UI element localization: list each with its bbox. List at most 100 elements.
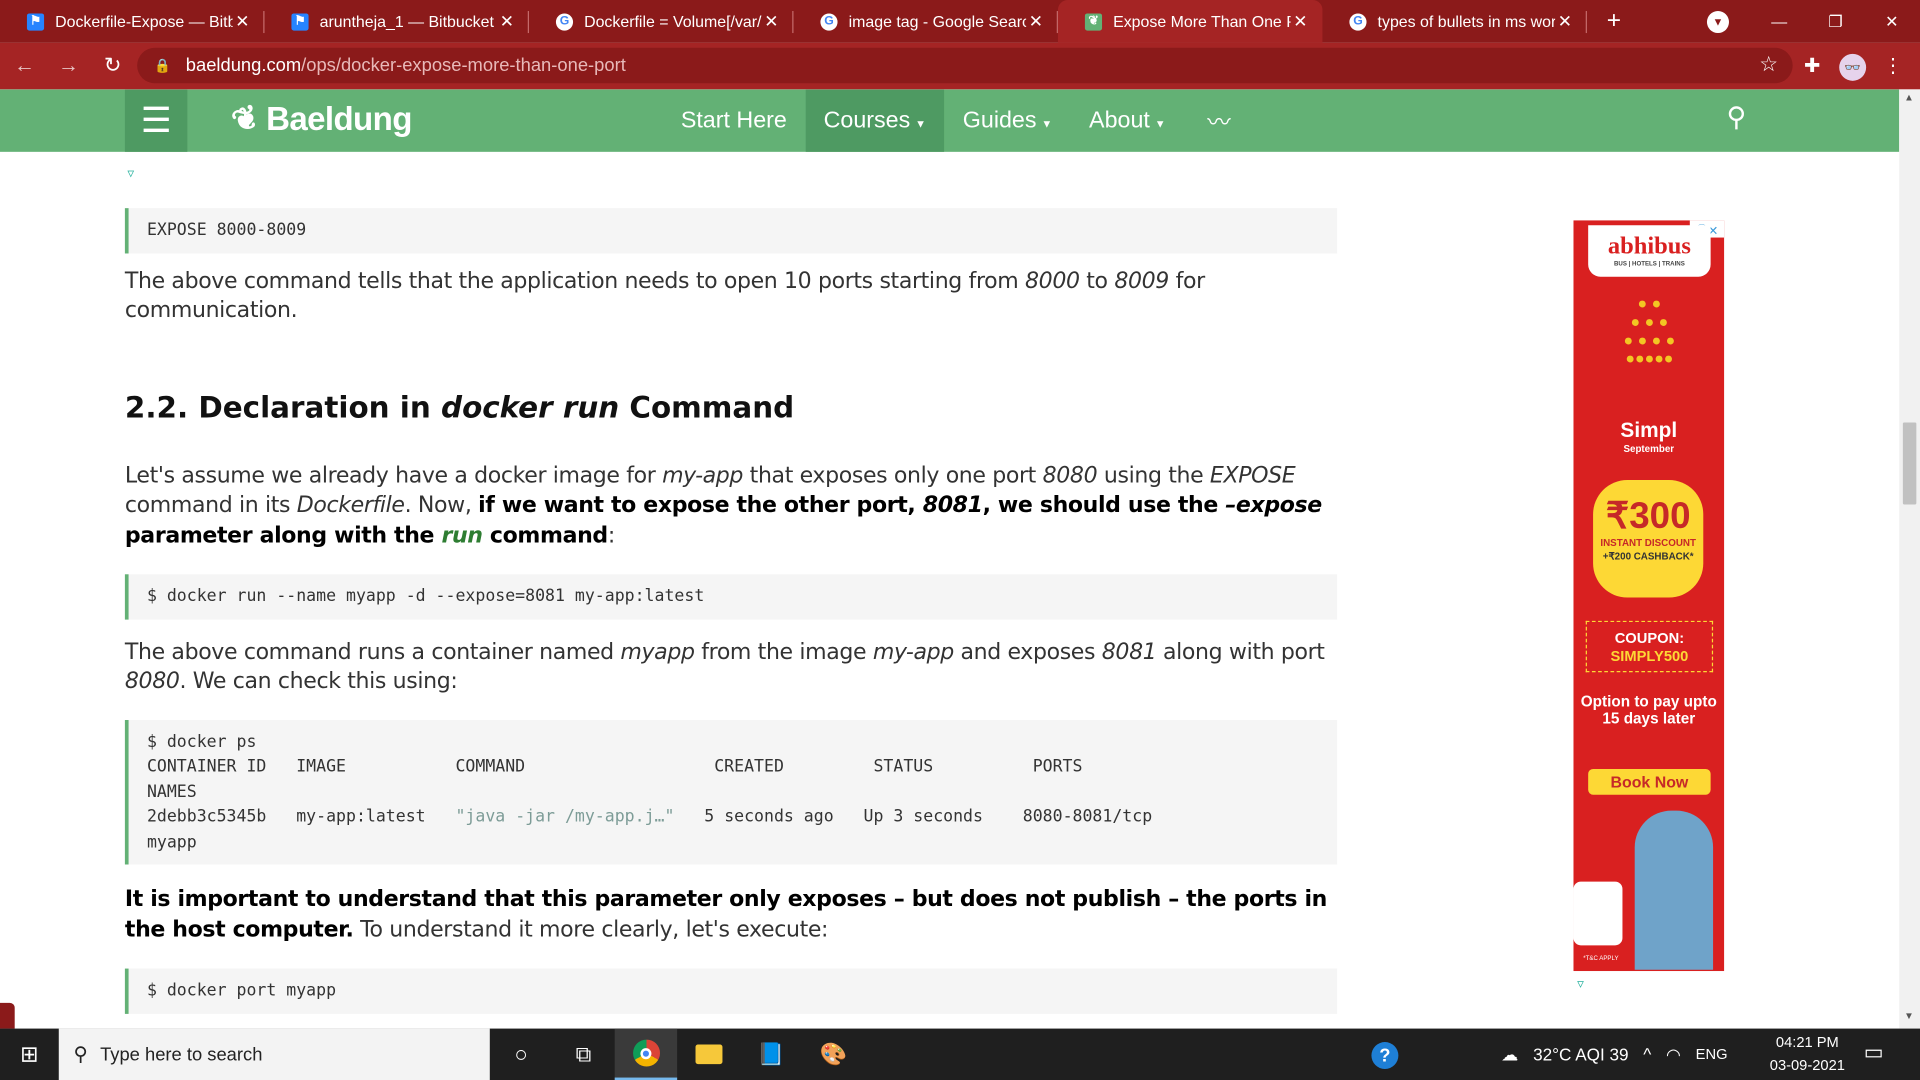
close-tab-icon[interactable]: ✕ — [497, 11, 517, 32]
logo-text: Baeldung — [266, 100, 412, 138]
bookmark-star-icon[interactable]: ☆ — [1759, 53, 1778, 77]
hamburger-menu-icon[interactable]: ☰ — [124, 89, 188, 152]
forward-icon[interactable]: → — [49, 47, 88, 86]
scroll-up-icon[interactable]: ▲ — [1904, 92, 1914, 103]
profile-avatar[interactable]: 👓 — [1839, 53, 1867, 81]
page-scrollbar[interactable]: ▲ ▼ — [1899, 89, 1920, 1029]
baeldung-icon: ❦ — [1084, 12, 1103, 31]
code-block: $ docker run --name myapp -d --expose=80… — [124, 574, 1338, 619]
ad-simpl-logo: Simpl September — [1620, 418, 1678, 455]
paragraph: Let's assume we already have a docker im… — [124, 462, 1322, 548]
google-icon: G — [555, 12, 574, 31]
scrollbar-thumb[interactable] — [1902, 422, 1917, 505]
code-line: $ docker run --name myapp -d --expose=80… — [146, 586, 705, 607]
close-tab-icon[interactable]: ✕ — [1555, 11, 1575, 32]
adchoices-icon[interactable]: ▿ — [1577, 976, 1584, 992]
menu-courses[interactable]: Courses ▼ — [805, 89, 945, 152]
notepad-icon[interactable]: 📘 — [740, 1029, 802, 1080]
main-menu: Start Here Courses ▼ Guides ▼ About ▼ — [662, 89, 1184, 152]
menu-kebab-icon[interactable]: ⋮ — [1875, 48, 1912, 85]
windows-start-icon[interactable]: ⊞ — [0, 1029, 59, 1080]
coins-illustration-icon: ● ● ● ● ● ● ● ● ● ●●●●● — [1623, 293, 1676, 368]
bitbucket-icon: ⚑ — [291, 12, 309, 31]
file-explorer-icon[interactable] — [677, 1029, 739, 1080]
ad-book-now-button[interactable]: Book Now — [1588, 768, 1711, 795]
tab-strip: ⚑Dockerfile-Expose — Bitbucket✕ ⚑ arunthe… — [0, 0, 1920, 43]
restore-icon[interactable]: ❐ — [1807, 0, 1863, 43]
browser-toolbar: ← → ↻ 🔒 baeldung.com/ops/docker-expose-m… — [0, 42, 1920, 90]
menu-start-here[interactable]: Start Here — [662, 89, 805, 151]
cortana-icon[interactable]: ○ — [490, 1029, 552, 1080]
address-bar[interactable]: 🔒 baeldung.com/ops/docker-expose-more-th… — [137, 47, 1793, 84]
close-tab-icon[interactable]: ✕ — [1291, 11, 1311, 32]
tab-title: aruntheja_1 — Bitbucket — [319, 12, 494, 31]
scroll-down-icon[interactable]: ▼ — [1904, 1010, 1914, 1021]
wifi-icon[interactable]: ◠ — [1666, 1044, 1681, 1065]
ad-coupon: COUPON: SIMPLY500 — [1585, 620, 1714, 673]
browser-tab[interactable]: Gtypes of bullets in ms word ✕ — [1322, 0, 1587, 43]
close-window-icon[interactable]: ✕ — [1864, 0, 1920, 43]
tab-title: types of bullets in ms word — [1377, 12, 1556, 31]
caret-down-icon: ▼ — [1154, 117, 1166, 130]
browser-tab[interactable]: G Dockerfile = Volume[/var/lib/...]✕ — [529, 0, 794, 43]
rss-feed-icon[interactable]: 〰 — [1207, 104, 1230, 137]
section-heading: 2.2. Declaration in docker run Command — [124, 390, 795, 425]
sidebar-advertisement[interactable]: ⓘ✕ abhibusBUS | HOTELS | TRAINS ● ●● ● ●… — [1573, 220, 1725, 972]
language-indicator[interactable]: ENG — [1696, 1046, 1728, 1063]
paragraph: The above command runs a container named… — [124, 638, 1325, 695]
feedback-tab[interactable] — [0, 1002, 15, 1029]
help-icon[interactable]: ? — [1371, 1042, 1399, 1069]
reload-icon[interactable]: ↻ — [93, 47, 132, 86]
back-icon[interactable]: ← — [5, 47, 44, 86]
leaf-logo-icon: ❦ — [226, 97, 265, 141]
code-line: myapp — [146, 832, 197, 852]
search-placeholder: Type here to search — [100, 1043, 263, 1065]
close-tab-icon[interactable]: ✕ — [1026, 11, 1046, 32]
browser-tab[interactable]: ⚑ aruntheja_1 — Bitbucket ✕ — [264, 0, 529, 43]
code-line: $ docker port myapp — [146, 980, 337, 1001]
tab-search-icon[interactable]: ▼ — [1706, 11, 1729, 34]
code-line: CONTAINER ID IMAGE COMMAND CREATED STATU… — [146, 756, 1083, 777]
close-tab-icon[interactable]: ✕ — [762, 11, 782, 32]
tab-title: Dockerfile = Volume[/var/lib/...] — [584, 12, 762, 31]
taskbar-clock[interactable]: 04:21 PM 03-09-2021 — [1761, 1031, 1854, 1078]
menu-label: About — [1089, 107, 1150, 133]
paint-icon[interactable]: 🎨 — [802, 1029, 864, 1080]
ad-discount-badge: ₹300 INSTANT DISCOUNT +₹200 CASHBACK* — [1593, 480, 1704, 598]
site-navbar: ☰ ❦ Baeldung Start Here Courses ▼ Guides ▼ … — [0, 89, 1900, 152]
chrome-icon[interactable] — [614, 1028, 678, 1080]
minimize-icon[interactable]: — — [1751, 0, 1807, 43]
search-icon: ⚲ — [73, 1044, 88, 1066]
code-block: EXPOSE 8000-8009 — [124, 208, 1338, 253]
code-block: $ docker ps CONTAINER ID IMAGE COMMAND CR… — [124, 719, 1338, 865]
search-icon[interactable]: ⚲ — [1727, 102, 1747, 134]
site-logo[interactable]: ❦ Baeldung — [227, 97, 412, 140]
new-tab-button[interactable]: + — [1587, 0, 1641, 43]
url-path: /ops/docker-expose-more-than-one-port — [301, 55, 626, 76]
ad-brand-logo: abhibus BUS | HOTELS | TRAINS — [1588, 225, 1711, 277]
browser-tab[interactable]: ⚑ Dockerfile-Expose — Bitbucket✕ — [0, 0, 265, 43]
taskbar-search-box[interactable]: ⚲ Type here to search — [58, 1028, 490, 1080]
close-tab-icon[interactable]: ✕ — [233, 11, 253, 32]
lock-icon: 🔒 — [154, 58, 172, 74]
browser-tab[interactable]: Gimage tag - Google Search ✕ — [793, 0, 1058, 43]
task-view-icon[interactable]: ⧉ — [552, 1029, 614, 1080]
system-tray: ☁ 32°C AQI 39 ^ ◠ ENG — [1501, 1029, 1742, 1080]
extensions-puzzle-icon[interactable]: ✚ — [1794, 48, 1831, 85]
menu-label: Start Here — [680, 107, 787, 133]
tab-title: Expose More Than One Port — [1113, 12, 1291, 31]
tab-title: image tag - Google Search — [848, 12, 1027, 31]
menu-about[interactable]: About ▼ — [1071, 89, 1184, 151]
menu-guides[interactable]: Guides ▼ — [944, 89, 1070, 151]
weather-text[interactable]: 32°C AQI 39 — [1533, 1044, 1628, 1064]
tray-chevron-icon[interactable]: ^ — [1643, 1044, 1651, 1064]
ad-option-text: Option to pay upto 15 days later — [1580, 693, 1717, 728]
caret-down-icon: ▼ — [1041, 117, 1053, 130]
browser-tab-active[interactable]: ❦ Expose More Than One Port✕ — [1057, 0, 1323, 43]
ad-terms: *T&C APPLY — [1583, 955, 1619, 963]
weather-cloud-icon[interactable]: ☁ — [1501, 1044, 1518, 1065]
person-illustration-icon — [1634, 810, 1714, 970]
code-line: 2debb3c5345b my-app:latest "java -jar /m… — [146, 806, 1153, 827]
notifications-icon[interactable]: ▭ — [1864, 1041, 1884, 1065]
code-block: $ docker port myapp — [124, 968, 1338, 1014]
